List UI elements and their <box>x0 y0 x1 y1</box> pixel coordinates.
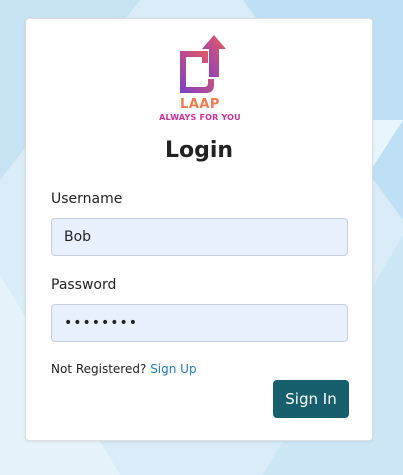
register-prompt: Not Registered? Sign Up <box>51 362 197 376</box>
register-prompt-text: Not Registered? <box>51 362 147 376</box>
sign-in-button[interactable]: Sign In <box>273 380 349 418</box>
logo-tagline: ALWAYS FOR YOU <box>159 113 241 122</box>
upload-arrow-logo-icon <box>180 35 226 93</box>
username-label: Username <box>51 191 123 207</box>
login-card: LAAP ALWAYS FOR YOU Login Username Passw… <box>25 18 373 441</box>
password-label: Password <box>51 277 117 293</box>
sign-up-link[interactable]: Sign Up <box>150 362 196 376</box>
logo-name: LAAP <box>180 97 220 112</box>
brand-logo: LAAP ALWAYS FOR YOU <box>156 33 244 125</box>
username-field[interactable] <box>51 218 348 256</box>
password-field[interactable] <box>51 304 348 342</box>
page-title: Login <box>164 138 234 163</box>
